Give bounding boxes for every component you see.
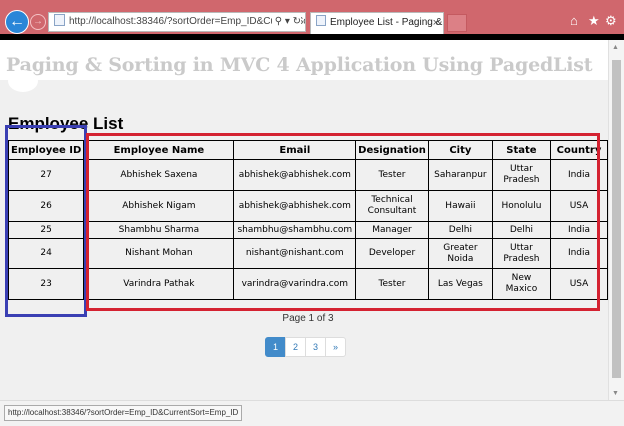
cell-city: Saharanpur [427, 159, 493, 191]
new-tab-button[interactable] [447, 14, 467, 32]
page-link-3[interactable]: 3 [305, 337, 326, 357]
page-link-1[interactable]: 1 [265, 337, 286, 357]
cell-employee-id: 23 [7, 268, 85, 300]
cell-city: Greater Noida [427, 238, 493, 269]
address-bar-icons[interactable]: ⚲ ▾ ↻ [271, 13, 301, 31]
cell-city: Delhi [427, 221, 493, 239]
page-icon [54, 14, 65, 26]
home-icon[interactable]: ⌂ [570, 13, 578, 29]
column-header-state[interactable]: State [491, 140, 552, 160]
cell-designation: Manager [355, 221, 429, 239]
cell-employee-id: 27 [7, 159, 85, 191]
cell-country: USA [550, 268, 608, 300]
table-header-row: Employee ID Employee Name Email Designat… [7, 140, 608, 160]
status-bar-url: http://localhost:38346/?sortOrder=Emp_ID… [4, 405, 243, 421]
site-title: Paging & Sorting in MVC 4 Application Us… [6, 54, 593, 76]
cell-country: USA [550, 190, 608, 222]
table-row: 24 Nishant Mohan nishant@nishant.com Dev… [7, 238, 608, 269]
table-row: 26 Abhishek Nigam abhishek@abhishek.com … [7, 190, 608, 222]
cell-employee-id: 24 [7, 238, 85, 269]
cell-employee-id: 25 [7, 221, 85, 239]
page-link-2[interactable]: 2 [285, 337, 306, 357]
favorites-star-icon[interactable]: ★ [588, 13, 600, 29]
cell-state: Uttar Pradesh [491, 238, 552, 269]
tab-page-icon [316, 15, 326, 26]
cell-state: Delhi [491, 221, 552, 239]
column-header-employee-name[interactable]: Employee Name [83, 140, 235, 160]
cell-employee-name: Shambhu Sharma [83, 221, 235, 239]
cell-state: Honolulu [491, 190, 552, 222]
cell-email: shambhu@shambhu.com [233, 221, 357, 239]
cell-designation: Technical Consultant [355, 190, 429, 222]
cell-country: India [550, 238, 608, 269]
cell-employee-name: Nishant Mohan [83, 238, 235, 269]
cell-state: New Maxico [491, 268, 552, 300]
table-row: 23 Varindra Pathak varindra@varindra.com… [7, 268, 608, 300]
address-bar[interactable]: http://localhost:38346/?sortOrder=Emp_ID… [48, 12, 306, 32]
table-row: 25 Shambhu Sharma shambhu@shambhu.com Ma… [7, 221, 608, 239]
cell-email: varindra@varindra.com [233, 268, 357, 300]
scroll-down-arrow-icon[interactable]: ▼ [612, 390, 619, 397]
tab-employee-list[interactable]: Employee List - Paging & S... × [310, 12, 444, 34]
address-text[interactable]: http://localhost:38346/?sortOrder=Emp_ID… [69, 16, 305, 27]
header-decoration [8, 70, 38, 92]
scroll-up-arrow-icon[interactable]: ▲ [612, 44, 619, 51]
page-content: Paging & Sorting in MVC 4 Application Us… [0, 40, 608, 400]
table-row: 27 Abhishek Saxena abhishek@abhishek.com… [7, 159, 608, 191]
back-arrow-icon[interactable]: ← [5, 10, 29, 34]
tab-title: Employee List - Paging & S... [330, 17, 443, 28]
cell-city: Hawaii [427, 190, 493, 222]
cell-country: India [550, 221, 608, 239]
column-header-designation[interactable]: Designation [355, 140, 429, 160]
column-header-employee-id[interactable]: Employee ID [7, 140, 85, 160]
settings-gear-icon[interactable]: ⚙ [605, 13, 617, 29]
page-link-next[interactable]: » [325, 337, 346, 357]
cell-employee-id: 26 [7, 190, 85, 222]
column-header-city[interactable]: City [427, 140, 493, 160]
column-header-country[interactable]: Country [550, 140, 608, 160]
page-info: Page 1 of 3 [282, 313, 334, 324]
tab-close-icon[interactable]: × [433, 13, 439, 33]
page-heading: Employee List [8, 114, 124, 133]
cell-state: Uttar Pradesh [491, 159, 552, 191]
cell-designation: Developer [355, 238, 429, 269]
employee-table: Employee ID Employee Name Email Designat… [7, 140, 608, 300]
cell-email: abhishek@abhishek.com [233, 159, 357, 191]
cell-designation: Tester [355, 268, 429, 300]
cell-email: nishant@nishant.com [233, 238, 357, 269]
cell-email: abhishek@abhishek.com [233, 190, 357, 222]
cell-employee-name: Abhishek Saxena [83, 159, 235, 191]
cell-city: Las Vegas [427, 268, 493, 300]
pagination: 1 2 3 » [265, 337, 346, 357]
cell-employee-name: Varindra Pathak [83, 268, 235, 300]
cell-country: India [550, 159, 608, 191]
site-header: Paging & Sorting in MVC 4 Application Us… [0, 40, 608, 80]
vertical-scrollbar[interactable]: ▲ ▼ [608, 40, 624, 400]
cell-employee-name: Abhishek Nigam [83, 190, 235, 222]
cell-designation: Tester [355, 159, 429, 191]
scrollbar-thumb[interactable] [612, 60, 621, 378]
forward-arrow-icon[interactable]: → [30, 14, 46, 30]
column-header-email[interactable]: Email [233, 140, 357, 160]
